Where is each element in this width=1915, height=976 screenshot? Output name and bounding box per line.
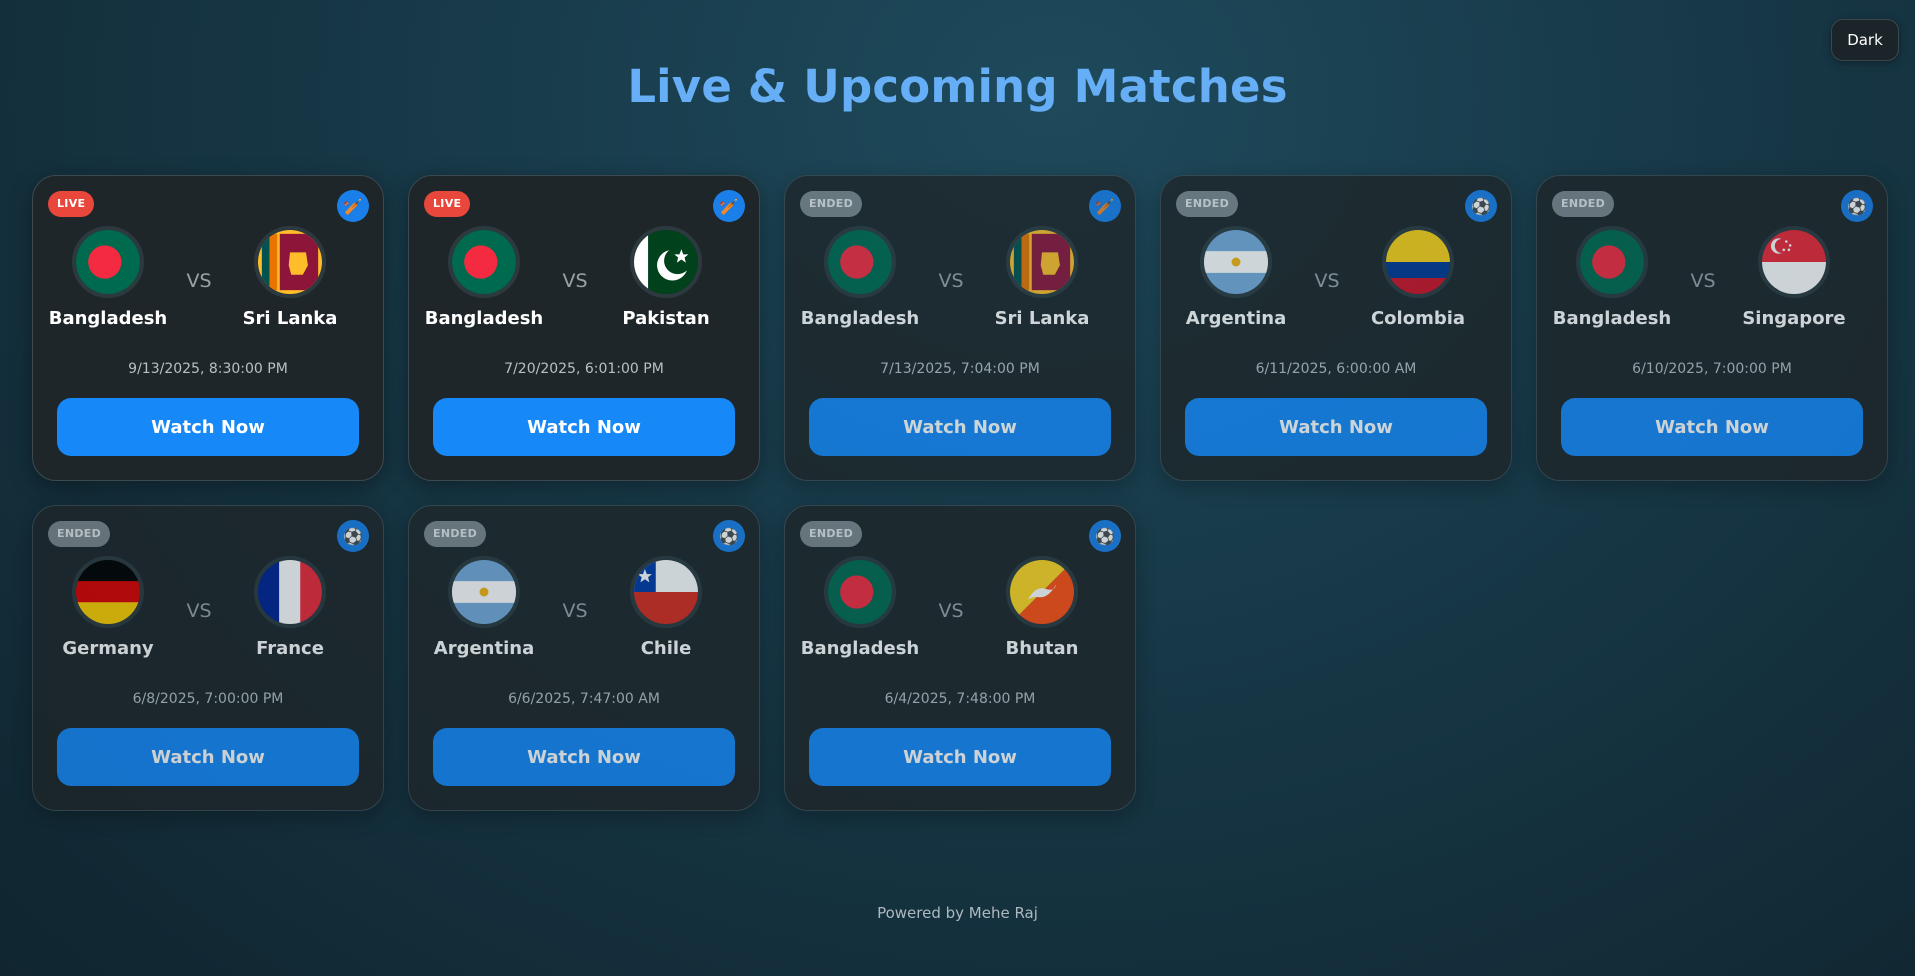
page-title: Live & Upcoming Matches (627, 60, 1288, 113)
watch-now-button[interactable]: Watch Now (433, 728, 735, 786)
match-card: ENDED 🏏 Bangladesh VS Sri Lanka 7/13/202… (784, 175, 1136, 481)
team-name: Sri Lanka (242, 308, 338, 329)
team-name: Singapore (1742, 308, 1846, 329)
match-card: ENDED ⚽ Bangladesh VS Singapore 6/10/202… (1536, 175, 1888, 481)
vs-label: VS (1690, 270, 1716, 292)
match-card: ENDED ⚽ Argentina VS Chile 6/6/2025, 7:4… (408, 505, 760, 811)
vs-label: VS (186, 270, 212, 292)
cricket-icon: 🏏 (337, 190, 369, 222)
flag-sri-lanka (254, 226, 326, 298)
match-time: 6/6/2025, 7:47:00 AM (508, 691, 660, 707)
match-card: LIVE 🏏 Bangladesh VS Sri Lanka 9/13/2025… (32, 175, 384, 481)
flag-argentina (448, 556, 520, 628)
cricket-icon: 🏏 (713, 190, 745, 222)
team-b: Singapore (1719, 226, 1869, 329)
match-card: LIVE 🏏 Bangladesh VS Pakistan 7/20/2025,… (408, 175, 760, 481)
team-name: France (256, 638, 324, 659)
status-badge: ENDED (800, 191, 862, 217)
flag-france (254, 556, 326, 628)
match-time: 6/8/2025, 7:00:00 PM (132, 691, 284, 707)
team-a: Bangladesh (785, 556, 935, 659)
team-b: France (215, 556, 365, 659)
team-name: Bangladesh (1552, 308, 1672, 329)
theme-toggle-button[interactable]: Dark (1831, 19, 1899, 61)
flag-sri-lanka (1006, 226, 1078, 298)
watch-now-button[interactable]: Watch Now (1185, 398, 1487, 456)
vs-label: VS (938, 270, 964, 292)
football-icon: ⚽ (337, 520, 369, 552)
flag-bangladesh (1576, 226, 1648, 298)
match-time: 6/11/2025, 6:00:00 AM (1255, 361, 1417, 377)
match-time: 7/20/2025, 6:01:00 PM (504, 361, 664, 377)
team-name: Bangladesh (800, 308, 920, 329)
flag-argentina (1200, 226, 1272, 298)
flag-germany (72, 556, 144, 628)
team-name: Argentina (1185, 308, 1287, 329)
watch-now-button[interactable]: Watch Now (57, 398, 359, 456)
watch-now-button[interactable]: Watch Now (809, 728, 1111, 786)
status-badge: ENDED (1552, 191, 1614, 217)
football-icon: ⚽ (1089, 520, 1121, 552)
team-b: Bhutan (967, 556, 1117, 659)
team-b: Sri Lanka (967, 226, 1117, 329)
team-a: Bangladesh (785, 226, 935, 329)
team-a: Bangladesh (1537, 226, 1687, 329)
team-name: Colombia (1370, 308, 1466, 329)
team-b: Colombia (1343, 226, 1493, 329)
footer-credit: Powered by Mehe Raj (877, 904, 1038, 922)
team-name: Pakistan (622, 308, 710, 329)
vs-label: VS (562, 600, 588, 622)
status-badge: ENDED (48, 521, 110, 547)
match-time: 6/10/2025, 7:00:00 PM (1632, 361, 1792, 377)
flag-colombia (1382, 226, 1454, 298)
status-badge: ENDED (800, 521, 862, 547)
match-time: 6/4/2025, 7:48:00 PM (884, 691, 1036, 707)
match-card: ENDED ⚽ Bangladesh VS Bhutan 6/4/2025, 7… (784, 505, 1136, 811)
status-badge: LIVE (48, 191, 95, 217)
vs-label: VS (186, 600, 212, 622)
flag-pakistan (630, 226, 702, 298)
flag-bangladesh (824, 556, 896, 628)
match-card: ENDED ⚽ Germany VS France 6/8/2025, 7:00… (32, 505, 384, 811)
team-b: Chile (591, 556, 741, 659)
flag-bangladesh (448, 226, 520, 298)
team-name: Germany (62, 638, 154, 659)
team-name: Bangladesh (424, 308, 544, 329)
vs-label: VS (938, 600, 964, 622)
watch-now-button[interactable]: Watch Now (809, 398, 1111, 456)
team-a: Germany (33, 556, 183, 659)
football-icon: ⚽ (1465, 190, 1497, 222)
flag-bangladesh (72, 226, 144, 298)
status-badge: ENDED (1176, 191, 1238, 217)
team-name: Chile (640, 638, 692, 659)
vs-label: VS (562, 270, 588, 292)
watch-now-button[interactable]: Watch Now (57, 728, 359, 786)
team-a: Bangladesh (409, 226, 559, 329)
team-a: Bangladesh (33, 226, 183, 329)
match-card: ENDED ⚽ Argentina VS Colombia 6/11/2025,… (1160, 175, 1512, 481)
flag-bangladesh (824, 226, 896, 298)
team-name: Argentina (433, 638, 535, 659)
team-b: Pakistan (591, 226, 741, 329)
team-name: Bangladesh (48, 308, 168, 329)
football-icon: ⚽ (1841, 190, 1873, 222)
watch-now-button[interactable]: Watch Now (433, 398, 735, 456)
team-name: Bangladesh (800, 638, 920, 659)
team-a: Argentina (409, 556, 559, 659)
flag-bhutan (1006, 556, 1078, 628)
team-a: Argentina (1161, 226, 1311, 329)
football-icon: ⚽ (713, 520, 745, 552)
match-time: 9/13/2025, 8:30:00 PM (128, 361, 288, 377)
flag-chile (630, 556, 702, 628)
status-badge: LIVE (424, 191, 471, 217)
flag-singapore (1758, 226, 1830, 298)
team-name: Bhutan (1005, 638, 1079, 659)
team-name: Sri Lanka (994, 308, 1090, 329)
watch-now-button[interactable]: Watch Now (1561, 398, 1863, 456)
status-badge: ENDED (424, 521, 486, 547)
vs-label: VS (1314, 270, 1340, 292)
team-b: Sri Lanka (215, 226, 365, 329)
match-time: 7/13/2025, 7:04:00 PM (880, 361, 1040, 377)
cricket-icon: 🏏 (1089, 190, 1121, 222)
